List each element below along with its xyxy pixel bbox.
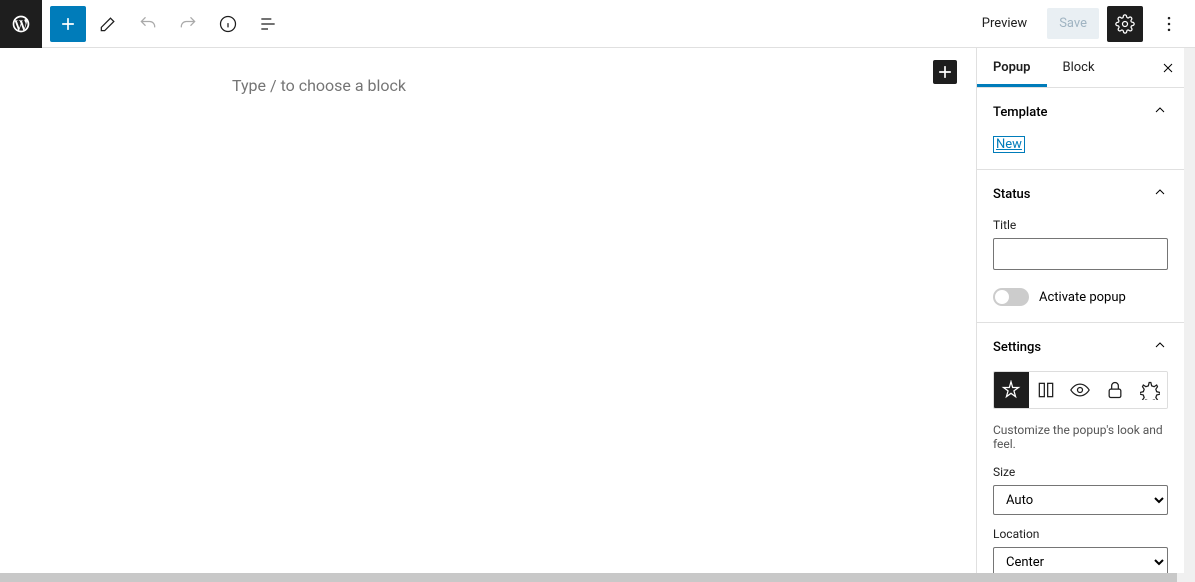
location-label: Location [993, 527, 1168, 541]
appearance-tab[interactable] [994, 372, 1029, 408]
location-select[interactable]: Center [993, 547, 1168, 573]
settings-section-toggle[interactable]: Settings [977, 323, 1184, 371]
layout-tab[interactable] [1029, 372, 1064, 408]
edit-tool-button[interactable] [90, 6, 126, 42]
lock-tab[interactable] [1098, 372, 1133, 408]
title-input[interactable] [993, 238, 1168, 270]
advanced-tab[interactable] [1132, 372, 1167, 408]
template-new-link[interactable]: New [993, 136, 1025, 153]
add-block-inline-button[interactable] [933, 60, 957, 84]
save-button: Save [1047, 8, 1099, 39]
undo-button [130, 6, 166, 42]
settings-heading: Settings [993, 340, 1041, 355]
horizontal-scrollbar[interactable] [0, 573, 1195, 582]
add-block-button[interactable] [50, 6, 86, 42]
chevron-up-icon [1152, 184, 1168, 204]
size-label: Size [993, 465, 1168, 479]
tab-popup[interactable]: Popup [977, 48, 1047, 87]
activate-popup-toggle[interactable] [993, 288, 1029, 306]
activate-popup-label: Activate popup [1039, 290, 1126, 305]
status-heading: Status [993, 187, 1030, 202]
template-section-toggle[interactable]: Template [977, 88, 1184, 136]
tab-block[interactable]: Block [1047, 48, 1111, 87]
wordpress-logo[interactable] [0, 0, 42, 48]
template-heading: Template [993, 105, 1048, 120]
size-select[interactable]: Auto [993, 485, 1168, 515]
close-panel-button[interactable] [1156, 56, 1180, 80]
settings-toggle-button[interactable] [1107, 6, 1143, 42]
chevron-up-icon [1152, 337, 1168, 357]
vertical-scrollbar[interactable] [1184, 48, 1195, 573]
preview-button[interactable]: Preview [970, 8, 1039, 39]
status-section-toggle[interactable]: Status [977, 170, 1184, 218]
block-placeholder[interactable]: Type / to choose a block [232, 76, 755, 95]
settings-description: Customize the popup's look and feel. [993, 423, 1168, 451]
visibility-tab[interactable] [1063, 372, 1098, 408]
details-button[interactable] [210, 6, 246, 42]
list-view-button[interactable] [250, 6, 286, 42]
title-label: Title [993, 218, 1168, 232]
options-button[interactable] [1151, 6, 1187, 42]
chevron-up-icon [1152, 102, 1168, 122]
redo-button [170, 6, 206, 42]
